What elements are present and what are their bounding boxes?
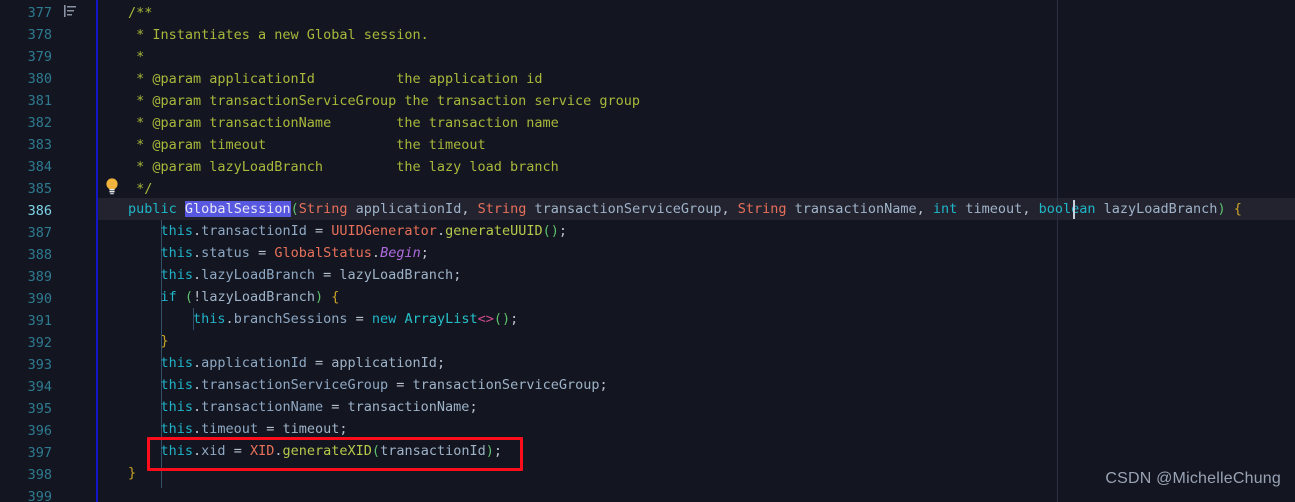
code-line: this.timeout = timeout; [160, 421, 348, 437]
code-line: * @param transactionName the transaction… [128, 115, 559, 131]
code-editor[interactable]: 377 378 379 380 381 382 383 384 385 386 … [0, 0, 1295, 502]
line-number: 381 [27, 93, 52, 109]
text-caret [1073, 200, 1075, 219]
code-line: * @param applicationId the application i… [128, 71, 543, 87]
watermark: CSDN @MichelleChung [1105, 470, 1281, 487]
code-line: this.transactionServiceGroup = transacti… [160, 377, 608, 393]
line-number: 392 [27, 335, 52, 351]
line-number: 380 [27, 71, 52, 87]
code-line: } [160, 333, 169, 349]
line-number: 382 [27, 115, 52, 131]
line-number: 395 [27, 401, 52, 417]
current-line-highlight [0, 198, 1295, 220]
line-number: 389 [27, 269, 52, 285]
line-number: 397 [27, 445, 52, 461]
code-line-highlighted: this.xid = XID.generateXID(transactionId… [160, 443, 503, 459]
code-content: /** * Instantiates a new Global session.… [0, 0, 1295, 502]
lightbulb-icon[interactable] [104, 177, 120, 195]
code-line: this.applicationId = applicationId; [160, 355, 446, 371]
code-line: this.status = GlobalStatus.Begin; [160, 245, 429, 261]
column-ruler [1057, 0, 1058, 502]
code-line: * [128, 49, 145, 65]
code-line: if (!lazyLoadBranch) { [160, 289, 340, 305]
annotation-box [147, 437, 523, 471]
code-line: */ [128, 181, 153, 197]
line-number: 385 [27, 181, 52, 197]
code-line: * @param timeout the timeout [128, 137, 486, 153]
line-number: 383 [27, 137, 52, 153]
indent-guide-if-body [193, 308, 194, 330]
line-number: 379 [27, 49, 52, 65]
line-number: 394 [27, 379, 52, 395]
line-number: 377 [27, 5, 52, 21]
line-number: 390 [27, 291, 52, 307]
line-number: 391 [27, 313, 52, 329]
code-line: } [128, 465, 137, 481]
code-line: this.transactionId = UUIDGenerator.gener… [160, 223, 568, 239]
line-number: 396 [27, 423, 52, 439]
code-line: * @param transactionServiceGroup the tra… [128, 93, 641, 109]
line-number-gutter[interactable]: 377 378 379 380 381 382 383 384 385 386 … [0, 0, 96, 502]
line-number: 384 [27, 159, 52, 175]
line-number: 393 [27, 357, 52, 373]
code-line: * Instantiates a new Global session. [128, 27, 429, 43]
line-number: 388 [27, 247, 52, 263]
line-number: 398 [27, 467, 52, 483]
line-number-current: 386 [27, 203, 52, 219]
code-line: this.lazyLoadBranch = lazyLoadBranch; [160, 267, 462, 283]
code-line: this.branchSessions = new ArrayList<>(); [193, 311, 519, 327]
code-fold-icon[interactable] [62, 3, 78, 19]
code-line: * @param lazyLoadBranch the lazy load br… [128, 159, 559, 175]
scope-indent-guide [96, 0, 98, 502]
code-line: /** [128, 5, 153, 21]
indent-guide-method-body [161, 220, 162, 488]
code-line: this.transactionName = transactionName; [160, 399, 478, 415]
line-number: 399 [27, 489, 52, 502]
line-number: 387 [27, 225, 52, 241]
line-number: 378 [27, 27, 52, 43]
